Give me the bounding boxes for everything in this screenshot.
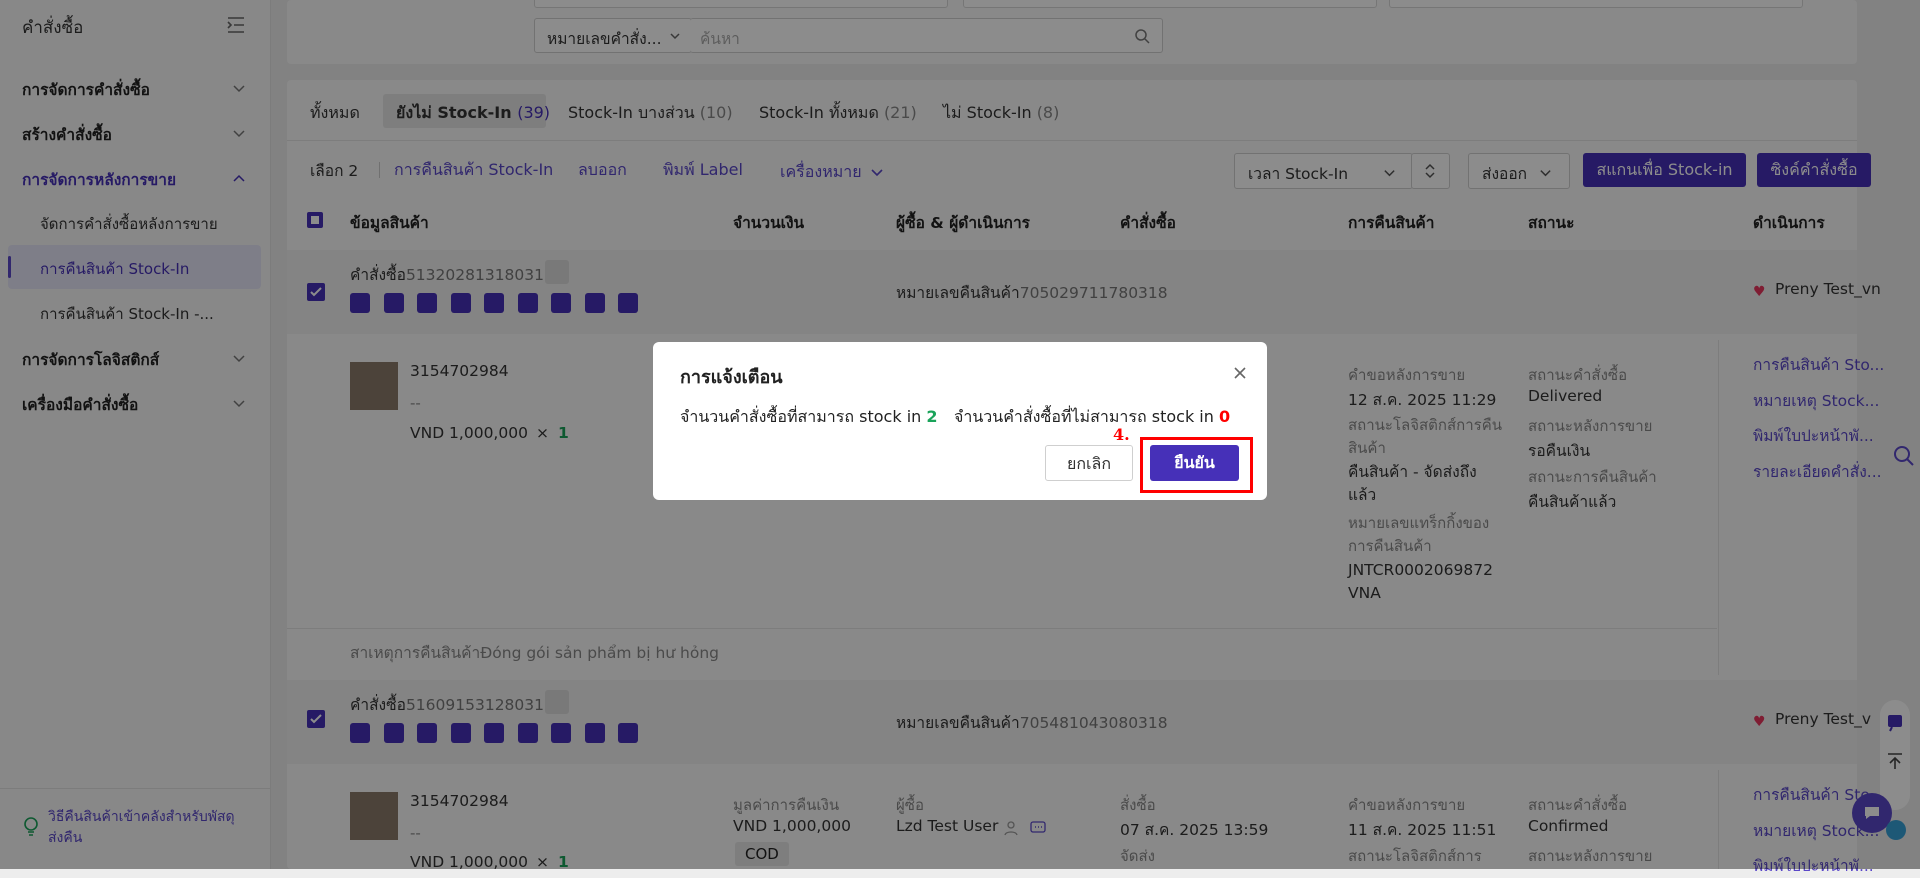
can-stockin-label: จำนวนคำสั่งซื้อที่สามารถ stock in bbox=[680, 407, 922, 426]
dialog-title: การแจ้งเตือน bbox=[680, 367, 783, 388]
annotation-highlight-box bbox=[1140, 437, 1253, 493]
cannot-stockin-summary: จำนวนคำสั่งซื้อที่ไม่สามารถ stock in 0 bbox=[954, 405, 1230, 430]
cannot-stockin-label: จำนวนคำสั่งซื้อที่ไม่สามารถ stock in bbox=[954, 407, 1214, 426]
cannot-stockin-count: 0 bbox=[1218, 407, 1231, 426]
close-icon[interactable] bbox=[1233, 366, 1247, 380]
can-stockin-count: 2 bbox=[926, 407, 938, 426]
cancel-button[interactable]: ยกเลิก bbox=[1045, 445, 1133, 481]
can-stockin-summary: จำนวนคำสั่งซื้อที่สามารถ stock in 2 bbox=[680, 405, 938, 430]
annotation-step-number: 4. bbox=[1113, 425, 1130, 444]
